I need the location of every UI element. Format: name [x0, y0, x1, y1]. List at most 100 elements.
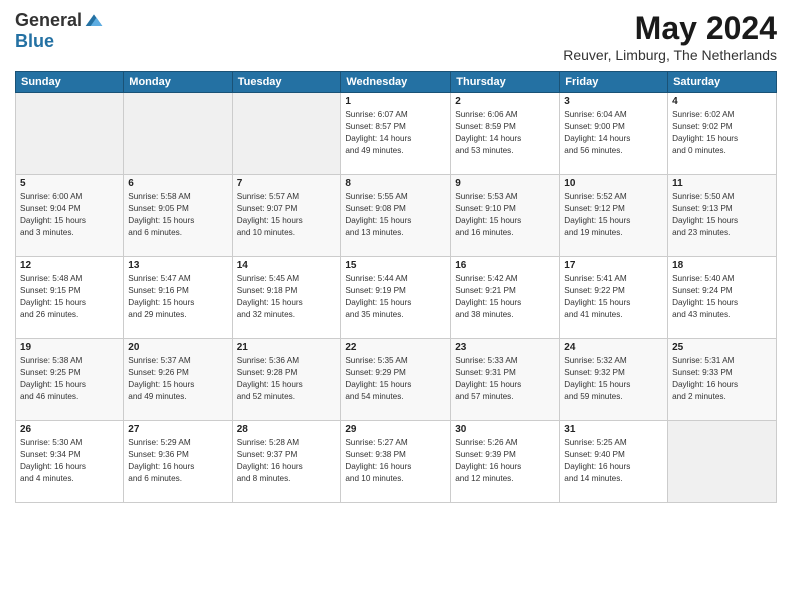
- day-number: 25: [672, 342, 772, 353]
- calendar-week-1: 1Sunrise: 6:07 AM Sunset: 8:57 PM Daylig…: [16, 93, 777, 175]
- location: Reuver, Limburg, The Netherlands: [563, 47, 777, 63]
- day-number: 8: [345, 178, 446, 189]
- table-row: 2 Sunrise: 6:06 AM Sunset: 8:59 PM Daylig…: [451, 93, 560, 175]
- day-number: 17: [564, 260, 663, 271]
- day-info: Sunrise: 6:04 AM Sunset: 9:00 PM Dayligh…: [564, 109, 663, 157]
- day-info: Sunrise: 5:41 AM Sunset: 9:22 PM Dayligh…: [564, 273, 663, 321]
- logo-general: General: [15, 10, 82, 31]
- day-info: Sunrise: 5:31 AM Sunset: 9:33 PM Dayligh…: [672, 355, 772, 403]
- day-number: 26: [20, 424, 119, 435]
- table-row: 18Sunrise: 5:40 AM Sunset: 9:24 PM Dayli…: [668, 257, 777, 339]
- header-friday: Friday: [560, 72, 668, 93]
- day-info: Sunrise: 5:28 AM Sunset: 9:37 PM Dayligh…: [237, 437, 337, 485]
- day-number: 30: [455, 424, 555, 435]
- month-title: May 2024: [563, 10, 777, 47]
- table-row: 13Sunrise: 5:47 AM Sunset: 9:16 PM Dayli…: [124, 257, 232, 339]
- table-row: 6 Sunrise: 5:58 AM Sunset: 9:05 PM Daylig…: [124, 175, 232, 257]
- day-info: Sunrise: 5:55 AM Sunset: 9:08 PM Dayligh…: [345, 191, 446, 239]
- title-section: May 2024 Reuver, Limburg, The Netherland…: [563, 10, 777, 63]
- day-number: 5: [20, 178, 119, 189]
- table-row: 5 Sunrise: 6:00 AM Sunset: 9:04 PM Daylig…: [16, 175, 124, 257]
- day-info: Sunrise: 5:29 AM Sunset: 9:36 PM Dayligh…: [128, 437, 227, 485]
- logo: General Blue: [15, 10, 104, 52]
- day-number: 2: [455, 96, 555, 107]
- day-number: 11: [672, 178, 772, 189]
- table-row: 25 Sunrise: 5:31 AM Sunset: 9:33 PM Dayli…: [668, 339, 777, 421]
- table-row: 23 Sunrise: 5:33 AM Sunset: 9:31 PM Dayli…: [451, 339, 560, 421]
- header-saturday: Saturday: [668, 72, 777, 93]
- logo-blue: Blue: [15, 31, 54, 51]
- day-number: 31: [564, 424, 663, 435]
- day-info: Sunrise: 5:37 AM Sunset: 9:26 PM Dayligh…: [128, 355, 227, 403]
- table-row: 14Sunrise: 5:45 AM Sunset: 9:18 PM Dayli…: [232, 257, 341, 339]
- table-row: 19Sunrise: 5:38 AM Sunset: 9:25 PM Dayli…: [16, 339, 124, 421]
- calendar-table: Sunday Monday Tuesday Wednesday Thursday…: [15, 71, 777, 503]
- day-info: Sunrise: 5:53 AM Sunset: 9:10 PM Dayligh…: [455, 191, 555, 239]
- calendar-week-4: 19Sunrise: 5:38 AM Sunset: 9:25 PM Dayli…: [16, 339, 777, 421]
- day-number: 7: [237, 178, 337, 189]
- table-row: 11 Sunrise: 5:50 AM Sunset: 9:13 PM Dayli…: [668, 175, 777, 257]
- table-row: 20 Sunrise: 5:37 AM Sunset: 9:26 PM Dayli…: [124, 339, 232, 421]
- day-info: Sunrise: 5:42 AM Sunset: 9:21 PM Dayligh…: [455, 273, 555, 321]
- header-monday: Monday: [124, 72, 232, 93]
- day-number: 22: [345, 342, 446, 353]
- table-row: 28 Sunrise: 5:28 AM Sunset: 9:37 PM Dayli…: [232, 421, 341, 503]
- table-row: [232, 93, 341, 175]
- calendar-header-row: Sunday Monday Tuesday Wednesday Thursday…: [16, 72, 777, 93]
- calendar-week-3: 12 Sunrise: 5:48 AM Sunset: 9:15 PM Dayli…: [16, 257, 777, 339]
- day-number: 16: [455, 260, 555, 271]
- header-tuesday: Tuesday: [232, 72, 341, 93]
- day-info: Sunrise: 5:48 AM Sunset: 9:15 PM Dayligh…: [20, 273, 119, 321]
- table-row: 26 Sunrise: 5:30 AM Sunset: 9:34 PM Dayli…: [16, 421, 124, 503]
- day-number: 28: [237, 424, 337, 435]
- day-number: 23: [455, 342, 555, 353]
- table-row: 31Sunrise: 5:25 AM Sunset: 9:40 PM Dayli…: [560, 421, 668, 503]
- table-row: [16, 93, 124, 175]
- day-info: Sunrise: 5:38 AM Sunset: 9:25 PM Dayligh…: [20, 355, 119, 403]
- day-info: Sunrise: 5:44 AM Sunset: 9:19 PM Dayligh…: [345, 273, 446, 321]
- day-info: Sunrise: 5:27 AM Sunset: 9:38 PM Dayligh…: [345, 437, 446, 485]
- day-number: 6: [128, 178, 227, 189]
- table-row: 27Sunrise: 5:29 AM Sunset: 9:36 PM Dayli…: [124, 421, 232, 503]
- table-row: 8 Sunrise: 5:55 AM Sunset: 9:08 PM Daylig…: [341, 175, 451, 257]
- day-number: 14: [237, 260, 337, 271]
- table-row: [124, 93, 232, 175]
- day-number: 1: [345, 96, 446, 107]
- table-row: 3 Sunrise: 6:04 AM Sunset: 9:00 PM Daylig…: [560, 93, 668, 175]
- day-number: 4: [672, 96, 772, 107]
- day-number: 12: [20, 260, 119, 271]
- day-number: 3: [564, 96, 663, 107]
- day-info: Sunrise: 5:26 AM Sunset: 9:39 PM Dayligh…: [455, 437, 555, 485]
- table-row: 24Sunrise: 5:32 AM Sunset: 9:32 PM Dayli…: [560, 339, 668, 421]
- table-row: 12 Sunrise: 5:48 AM Sunset: 9:15 PM Dayli…: [16, 257, 124, 339]
- header-sunday: Sunday: [16, 72, 124, 93]
- day-info: Sunrise: 5:50 AM Sunset: 9:13 PM Dayligh…: [672, 191, 772, 239]
- day-info: Sunrise: 6:06 AM Sunset: 8:59 PM Dayligh…: [455, 109, 555, 157]
- header-thursday: Thursday: [451, 72, 560, 93]
- day-number: 13: [128, 260, 227, 271]
- day-info: Sunrise: 6:00 AM Sunset: 9:04 PM Dayligh…: [20, 191, 119, 239]
- table-row: 17 Sunrise: 5:41 AM Sunset: 9:22 PM Dayli…: [560, 257, 668, 339]
- day-info: Sunrise: 5:35 AM Sunset: 9:29 PM Dayligh…: [345, 355, 446, 403]
- table-row: 30 Sunrise: 5:26 AM Sunset: 9:39 PM Dayli…: [451, 421, 560, 503]
- table-row: 1Sunrise: 6:07 AM Sunset: 8:57 PM Daylig…: [341, 93, 451, 175]
- day-info: Sunrise: 5:40 AM Sunset: 9:24 PM Dayligh…: [672, 273, 772, 321]
- table-row: 21Sunrise: 5:36 AM Sunset: 9:28 PM Dayli…: [232, 339, 341, 421]
- day-number: 15: [345, 260, 446, 271]
- table-row: 9Sunrise: 5:53 AM Sunset: 9:10 PM Daylig…: [451, 175, 560, 257]
- header-wednesday: Wednesday: [341, 72, 451, 93]
- day-number: 24: [564, 342, 663, 353]
- day-info: Sunrise: 6:02 AM Sunset: 9:02 PM Dayligh…: [672, 109, 772, 157]
- table-row: 15 Sunrise: 5:44 AM Sunset: 9:19 PM Dayli…: [341, 257, 451, 339]
- table-row: 7 Sunrise: 5:57 AM Sunset: 9:07 PM Daylig…: [232, 175, 341, 257]
- day-info: Sunrise: 5:52 AM Sunset: 9:12 PM Dayligh…: [564, 191, 663, 239]
- page-header: General Blue May 2024 Reuver, Limburg, T…: [15, 10, 777, 63]
- day-number: 20: [128, 342, 227, 353]
- day-info: Sunrise: 5:30 AM Sunset: 9:34 PM Dayligh…: [20, 437, 119, 485]
- day-info: Sunrise: 5:58 AM Sunset: 9:05 PM Dayligh…: [128, 191, 227, 239]
- calendar-week-2: 5 Sunrise: 6:00 AM Sunset: 9:04 PM Daylig…: [16, 175, 777, 257]
- table-row: 16 Sunrise: 5:42 AM Sunset: 9:21 PM Dayli…: [451, 257, 560, 339]
- day-info: Sunrise: 5:33 AM Sunset: 9:31 PM Dayligh…: [455, 355, 555, 403]
- table-row: 22 Sunrise: 5:35 AM Sunset: 9:29 PM Dayli…: [341, 339, 451, 421]
- day-info: Sunrise: 5:57 AM Sunset: 9:07 PM Dayligh…: [237, 191, 337, 239]
